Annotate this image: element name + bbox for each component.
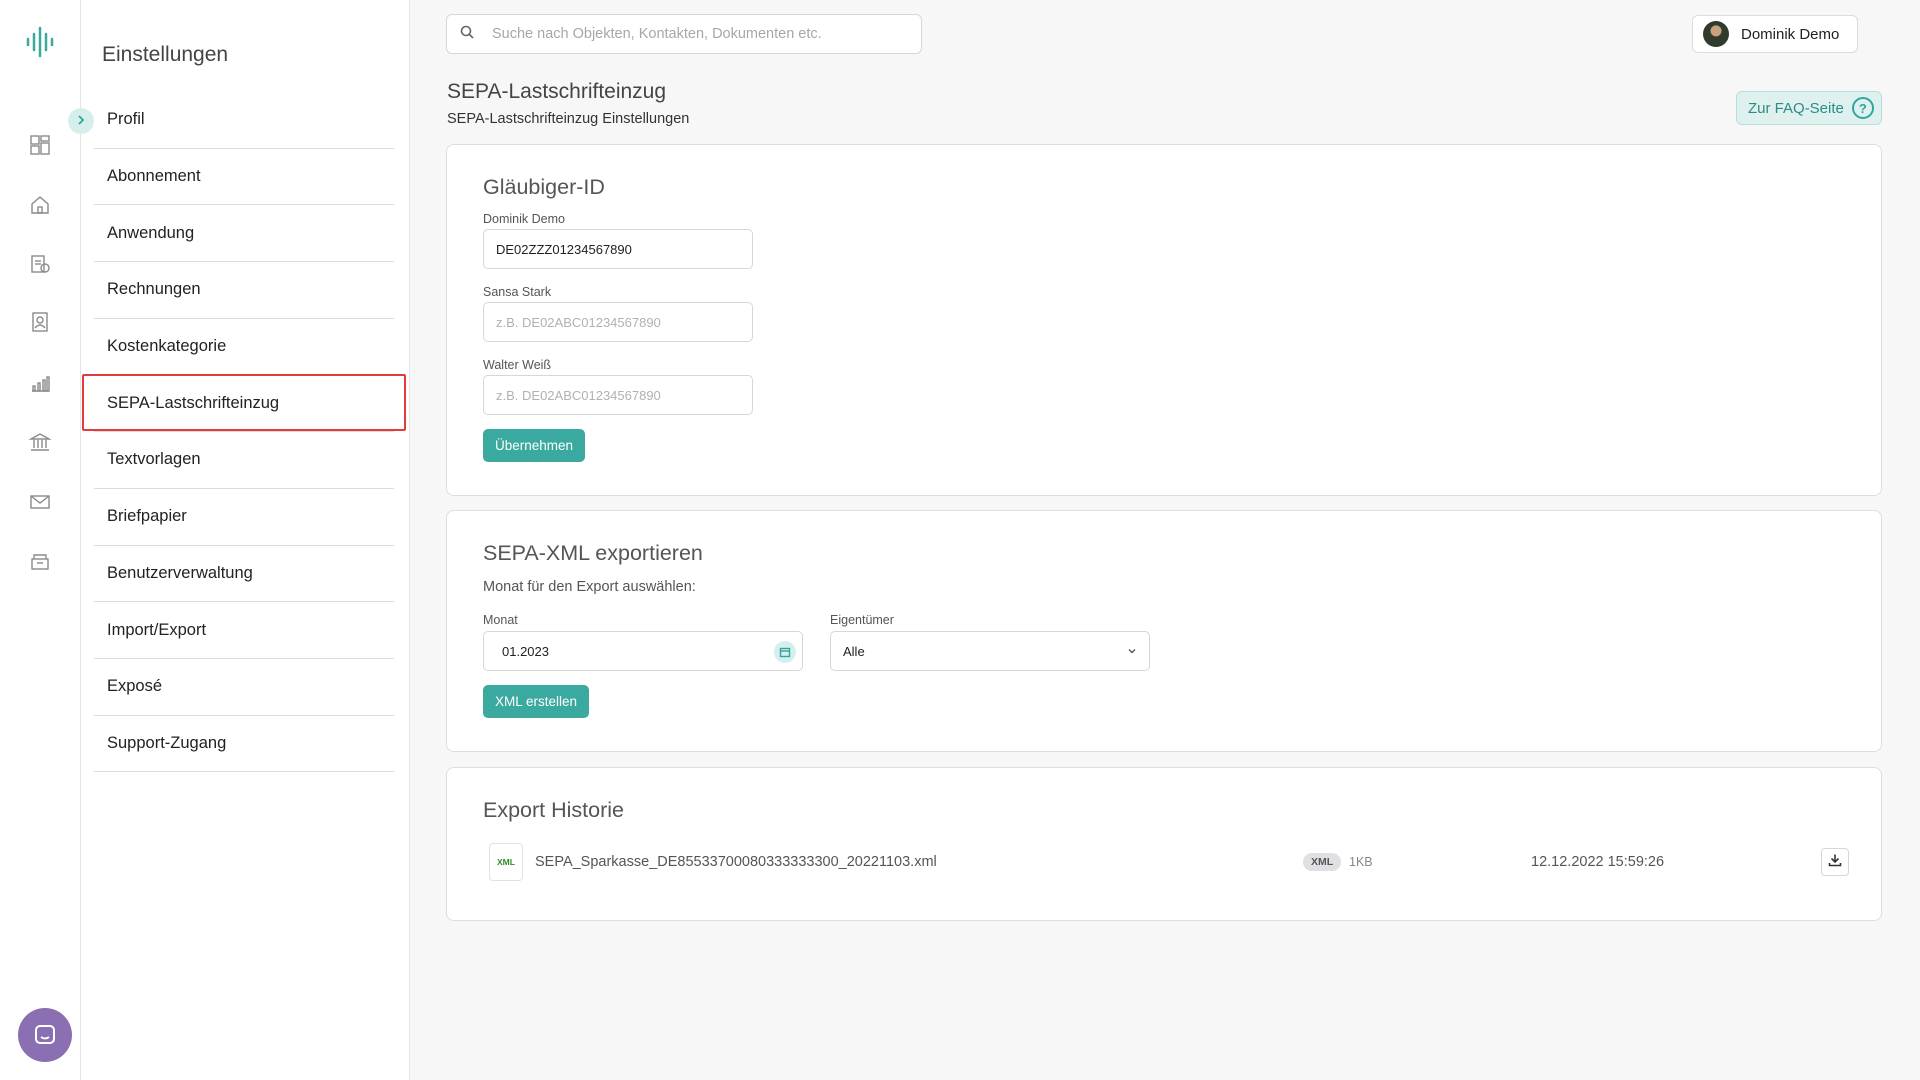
sidebar-item-import-export[interactable]: Import/Export [94, 602, 394, 659]
user-name: Dominik Demo [1741, 25, 1840, 43]
user-menu[interactable]: Dominik Demo [1692, 15, 1858, 53]
page-title: SEPA-Lastschrifteinzug [447, 80, 667, 103]
creditor-label-0: Dominik Demo [483, 212, 565, 226]
history-card: Export Historie XML SEPA_Sparkasse_DE855… [446, 767, 1882, 921]
sidebar-item-benutzerverwaltung[interactable]: Benutzerverwaltung [94, 546, 394, 603]
billing-icon[interactable] [28, 252, 52, 276]
faq-button[interactable]: Zur FAQ-Seite ? [1736, 91, 1882, 125]
chart-icon[interactable] [28, 371, 52, 395]
file-size: 1KB [1349, 855, 1373, 869]
bank-icon[interactable] [28, 430, 52, 454]
xml-file-icon: XML [489, 843, 523, 881]
history-title: Export Historie [483, 798, 624, 822]
sidebar-item-rechnungen[interactable]: Rechnungen [94, 262, 394, 319]
settings-menu: Profil Abonnement Anwendung Rechnungen K… [94, 92, 394, 773]
mail-icon[interactable] [28, 490, 52, 514]
search-input[interactable] [492, 26, 892, 42]
history-file-name[interactable]: SEPA_Sparkasse_DE85533700080333333300_20… [535, 854, 937, 870]
creditor-field-1[interactable] [483, 302, 753, 342]
creditor-label-2: Walter Weiß [483, 358, 552, 372]
export-date: 12.12.2022 15:59:26 [1531, 854, 1665, 870]
export-help: Monat für den Export auswählen: [483, 579, 696, 595]
download-button[interactable] [1821, 848, 1849, 876]
sidebar-item-sepa[interactable]: SEPA-Lastschrifteinzug [94, 375, 394, 433]
export-card: SEPA-XML exportieren Monat für den Expor… [446, 510, 1882, 752]
chat-icon[interactable] [18, 1008, 72, 1062]
search-bar[interactable] [446, 14, 922, 54]
file-type-badge: XML [1303, 853, 1342, 871]
creditor-title: Gläubiger-ID [483, 175, 605, 199]
settings-sidebar: Einstellungen Profil Abonnement Anwendun… [68, 0, 410, 1080]
faq-label: Zur FAQ-Seite [1748, 99, 1844, 117]
avatar [1703, 21, 1729, 47]
create-xml-button[interactable]: XML erstellen [483, 685, 590, 718]
sidebar-item-abonnement[interactable]: Abonnement [94, 149, 394, 206]
search-icon [460, 25, 474, 44]
chevron-right-icon [76, 112, 86, 130]
calendar-icon[interactable] [774, 641, 796, 663]
main-content: Dominik Demo SEPA-Lastschrifteinzug SEPA… [410, 0, 1920, 1080]
creditor-input-0[interactable] [496, 241, 752, 257]
month-input[interactable] [502, 643, 802, 659]
help-icon: ? [1851, 97, 1874, 119]
creditor-card: Gläubiger-ID Dominik Demo Sansa Stark Wa… [446, 144, 1882, 496]
month-field[interactable] [483, 631, 803, 671]
sidebar-item-expose[interactable]: Exposé [94, 659, 394, 716]
sidebar-item-support[interactable]: Support-Zugang [94, 716, 394, 773]
month-label: Monat [483, 613, 518, 627]
archive-icon[interactable] [28, 549, 52, 573]
sidebar-item-profil[interactable]: Profil [94, 92, 394, 149]
settings-title: Einstellungen [102, 43, 229, 66]
sidebar-item-kostenkategorie[interactable]: Kostenkategorie [94, 319, 394, 376]
owner-label: Eigentümer [830, 613, 894, 627]
chevron-down-icon [1127, 644, 1137, 659]
download-icon [1828, 853, 1842, 872]
sidebar-item-anwendung[interactable]: Anwendung [94, 205, 394, 263]
page-subtitle: SEPA-Lastschrifteinzug Einstellungen [447, 111, 690, 127]
creditor-input-2[interactable] [496, 387, 752, 403]
creditor-input-1[interactable] [496, 314, 752, 330]
creditor-field-0[interactable] [483, 229, 753, 269]
creditor-label-1: Sansa Stark [483, 285, 552, 299]
dashboard-icon[interactable] [28, 133, 52, 157]
contacts-icon[interactable] [28, 310, 52, 334]
owner-value: Alle [843, 643, 865, 659]
icon-rail [0, 0, 81, 1080]
history-row: XML SEPA_Sparkasse_DE8553370008033333330… [483, 842, 1849, 882]
export-title: SEPA-XML exportieren [483, 541, 703, 565]
sidebar-item-briefpapier[interactable]: Briefpapier [94, 489, 394, 546]
logo-icon[interactable] [25, 25, 55, 59]
owner-select[interactable]: Alle [830, 631, 1150, 671]
creditor-field-2[interactable] [483, 375, 753, 415]
home-icon[interactable] [28, 193, 52, 217]
apply-button[interactable]: Übernehmen [483, 429, 586, 462]
collapse-sidebar-button[interactable] [68, 108, 94, 134]
sidebar-item-textvorlagen[interactable]: Textvorlagen [94, 432, 394, 489]
